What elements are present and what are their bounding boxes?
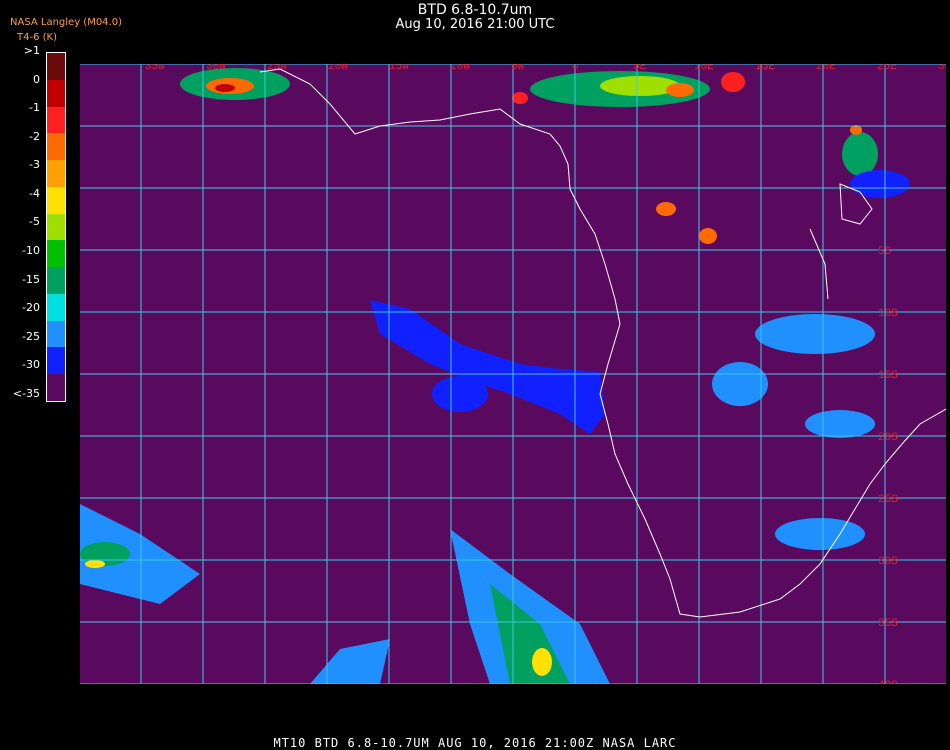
legend-swatch <box>47 347 65 375</box>
cloud-patch <box>85 560 105 568</box>
satellite-map: 35W 30W 25W 20W 15W 10W 5W 0 5E 10E 15E 20E 25E 30E 35… <box>78 61 950 692</box>
cloud-patch <box>805 410 875 438</box>
legend-swatch <box>47 79 65 108</box>
cloud-patch <box>215 84 235 92</box>
cloud-band <box>310 639 390 684</box>
lon-tick-label: 15E <box>755 64 775 73</box>
lat-tick-label: 15S <box>878 370 898 382</box>
lon-tick-label: 30E <box>938 64 946 73</box>
lat-tick-label: 35S <box>878 618 898 630</box>
lat-tick-label: 10S <box>878 308 898 320</box>
legend-label: -2 <box>29 129 40 143</box>
lat-tick-label: 20S <box>878 432 898 444</box>
legend-label: 0 <box>33 72 40 86</box>
legend-label: <-35 <box>12 386 40 400</box>
lon-tick-label: 10E <box>694 64 714 73</box>
lon-tick-label: 35W <box>145 64 165 73</box>
legend-label: -1 <box>29 101 40 115</box>
lon-tick-label: 20W <box>328 64 348 73</box>
lake-outline <box>809 183 873 300</box>
legend-label: -5 <box>29 215 40 229</box>
cloud-patch <box>775 518 865 550</box>
legend-label: -30 <box>22 358 40 372</box>
cloud-patch <box>721 72 745 92</box>
lat-tick-label: 30S <box>878 556 898 568</box>
credit-label: NASA Langley (M04.0) <box>10 17 122 28</box>
lon-tick-label: 5W <box>511 64 525 73</box>
legend-swatch <box>47 267 65 295</box>
lon-tick-label: 20E <box>816 64 836 73</box>
lon-tick-label: 5E <box>633 64 647 73</box>
cloud-patch <box>755 314 875 354</box>
chart-title: BTD 6.8-10.7um <box>417 2 533 18</box>
lon-tick-label: 10W <box>450 64 470 73</box>
legend-swatch <box>47 186 65 215</box>
legend-label: -10 <box>22 243 40 257</box>
lat-lon-grid: 35W 30W 25W 20W 15W 10W 5W 0 5E 10E 15E 20E 25E 30E 35… <box>78 61 950 692</box>
cloud-patch <box>532 648 552 676</box>
legend-label: >1 <box>23 44 40 57</box>
legend-label: -15 <box>22 272 40 286</box>
cloud-patch <box>432 376 488 412</box>
lon-tick-label: 15W <box>389 64 409 73</box>
footer-caption: MT10 BTD 6.8-10.7UM AUG 10, 2016 21:00Z … <box>273 736 677 750</box>
lat-tick-label: 40S <box>878 680 898 684</box>
legend-swatch <box>47 320 65 348</box>
cloud-patch <box>512 92 528 104</box>
lon-tick-label: 30W <box>206 64 226 73</box>
legend-label: -20 <box>22 301 40 315</box>
legend-label: -4 <box>29 186 40 200</box>
lon-tick-label: 0 <box>572 64 579 73</box>
legend-swatch <box>47 106 65 134</box>
legend-label: -25 <box>22 329 40 343</box>
legend-swatch <box>47 53 65 81</box>
cloud-patch <box>850 170 910 198</box>
cloud-patch <box>699 228 717 244</box>
legend-label: -3 <box>29 158 40 172</box>
unit-label: T4-6 (K) <box>17 32 57 43</box>
legend-swatch <box>47 293 65 322</box>
lat-tick-label: 25S <box>878 494 898 506</box>
cloud-band <box>370 300 605 434</box>
color-legend <box>46 52 66 402</box>
legend-swatch <box>47 240 65 268</box>
cloud-patch <box>842 132 878 176</box>
legend-swatch <box>47 160 65 188</box>
cloud-patch <box>656 202 676 216</box>
cloud-patch <box>712 362 768 406</box>
lon-tick-label: 25E <box>877 64 897 73</box>
cloud-patch <box>666 83 694 97</box>
chart-subtitle: Aug 10, 2016 21:00 UTC <box>395 17 555 32</box>
legend-swatch <box>47 133 65 161</box>
cloud-imagery <box>80 68 910 684</box>
legend-swatch <box>47 374 65 402</box>
map-canvas: 35W 30W 25W 20W 15W 10W 5W 0 5E 10E 15E 20E 25E 30E 35… <box>78 61 950 692</box>
lat-tick-label: 5S <box>878 246 892 258</box>
legend-swatch <box>47 213 65 241</box>
lon-tick-label: 25W <box>267 64 287 73</box>
